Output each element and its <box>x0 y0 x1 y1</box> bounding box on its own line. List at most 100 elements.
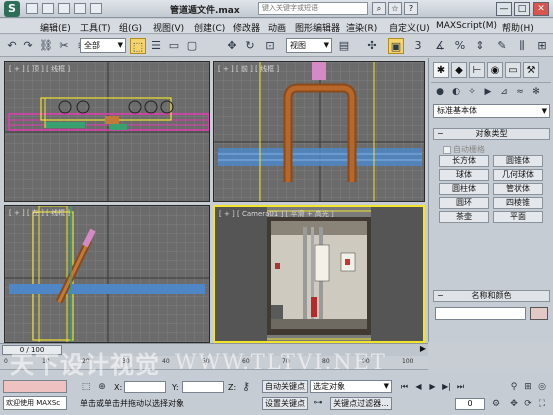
menu-tools[interactable]: 工具(T) <box>80 21 111 34</box>
cylinder-button[interactable]: 圆柱体 <box>439 183 489 195</box>
menu-customize[interactable]: 自定义(U) <box>389 21 430 34</box>
modify-tab-icon[interactable]: ◆ <box>451 62 467 78</box>
object-category-dropdown[interactable]: 标准基本体 ▼ <box>433 104 550 118</box>
pivot-center-icon[interactable]: ▤ <box>336 38 352 54</box>
next-frame-icon[interactable]: ▶ <box>420 344 426 353</box>
redo-quick-icon[interactable] <box>90 3 102 14</box>
open-file-icon[interactable] <box>42 3 54 14</box>
maximize-viewport-icon[interactable]: ⛶ <box>536 398 548 410</box>
hierarchy-tab-icon[interactable]: ⊢ <box>469 62 485 78</box>
close-button[interactable]: ✕ <box>533 2 549 16</box>
viewport-label[interactable]: [ + ] [ 左 ] [ 线框 ] <box>9 208 70 218</box>
menu-help[interactable]: 帮助(H) <box>502 21 534 34</box>
set-key-button[interactable]: 设置关键点 <box>262 397 308 410</box>
goto-start-icon[interactable]: ⏮ <box>398 381 411 393</box>
undo-icon[interactable]: ↶ <box>4 38 20 54</box>
tube-button[interactable]: 管状体 <box>493 183 543 195</box>
mirror-icon[interactable]: ⫼ <box>514 38 530 54</box>
viewport-label[interactable]: [ + ] [ 顶 ] [ 线框 ] <box>9 64 70 74</box>
snaps-toggle-icon[interactable]: 3 <box>410 38 426 54</box>
viewport-front[interactable]: [ + ] [ 前 ] [ 线框 ] <box>213 61 425 202</box>
key-filters-button[interactable]: 关键点过滤器... <box>330 397 392 410</box>
reference-coord-dropdown[interactable]: 视图 ▼ <box>286 38 332 53</box>
torus-button[interactable]: 圆环 <box>439 197 489 209</box>
selection-filter-dropdown[interactable]: 全部 ▼ <box>80 38 126 53</box>
named-selection-icon[interactable]: ✎ <box>494 38 510 54</box>
menu-group[interactable]: 组(G) <box>119 21 142 34</box>
cameras-icon[interactable]: ▶ <box>481 85 495 99</box>
unlink-icon[interactable]: ✂ <box>56 38 72 54</box>
geometry-icon[interactable]: ● <box>433 85 447 99</box>
percent-snap-icon[interactable]: % <box>452 38 468 54</box>
teapot-button[interactable]: 茶壶 <box>439 211 489 223</box>
key-icon[interactable]: ⚷ <box>240 381 252 393</box>
keyboard-shortcut-override-icon[interactable]: ▣ <box>388 38 404 54</box>
object-name-input[interactable] <box>435 307 526 320</box>
key-mode-icon[interactable]: ⊶ <box>312 397 324 409</box>
minimize-button[interactable]: — <box>496 2 512 16</box>
geosphere-button[interactable]: 几何球体 <box>493 169 543 181</box>
fov-icon[interactable]: ✥ <box>508 398 520 410</box>
systems-icon[interactable]: ✻ <box>529 85 543 99</box>
menu-modifiers[interactable]: 修改器 <box>233 21 260 34</box>
helpers-icon[interactable]: ⊿ <box>497 85 511 99</box>
app-logo-icon[interactable]: S <box>4 1 20 17</box>
create-tab-icon[interactable]: ✱ <box>433 62 449 78</box>
viewport-top[interactable]: [ + ] [ 顶 ] [ 线框 ] <box>4 61 210 202</box>
viewport-label[interactable]: [ + ] [ Camera01 ] [ 平滑 + 高光 ] <box>219 209 334 219</box>
menu-maxscript[interactable]: MAXScript(M) <box>436 21 497 31</box>
name-color-rollout[interactable]: − 名称和颜色 <box>433 290 550 302</box>
shapes-icon[interactable]: ◐ <box>449 85 463 99</box>
object-type-rollout[interactable]: − 对象类型 <box>433 128 550 140</box>
current-frame-input[interactable]: 0 <box>455 398 485 410</box>
rect-selection-icon[interactable]: ▭ <box>166 38 182 54</box>
maxscript-mini-listener[interactable]: 欢迎使用 MAXSc <box>3 396 67 410</box>
redo-icon[interactable]: ↷ <box>20 38 36 54</box>
display-tab-icon[interactable]: ▭ <box>505 62 521 78</box>
move-icon[interactable]: ✥ <box>224 38 240 54</box>
plane-button[interactable]: 平面 <box>493 211 543 223</box>
maximize-button[interactable]: □ <box>514 2 530 16</box>
info-center-icon[interactable]: ☆ <box>388 2 402 15</box>
box-button[interactable]: 长方体 <box>439 155 489 167</box>
viewport-label[interactable]: [ + ] [ 前 ] [ 线框 ] <box>218 64 279 74</box>
menu-edit[interactable]: 编辑(E) <box>40 21 71 34</box>
play-icon[interactable]: ▶ <box>426 381 439 393</box>
select-object-icon[interactable]: ⬚ <box>130 38 146 54</box>
autogrid-checkbox[interactable]: 自动栅格 <box>443 144 485 155</box>
maxscript-listener-pink[interactable] <box>3 380 67 393</box>
absolute-mode-icon[interactable]: ⊕ <box>96 381 108 393</box>
undo-quick-icon[interactable] <box>74 3 86 14</box>
orbit-icon[interactable]: ⟳ <box>522 398 534 410</box>
window-crossing-icon[interactable]: ▢ <box>184 38 200 54</box>
new-file-icon[interactable] <box>26 3 38 14</box>
viewport-left[interactable]: [ + ] [ 左 ] [ 线框 ] <box>4 205 210 343</box>
time-config-icon[interactable]: ⚙ <box>490 398 502 410</box>
search-icon[interactable]: ⌕ <box>372 2 386 15</box>
lights-icon[interactable]: ✧ <box>465 85 479 99</box>
menu-view[interactable]: 视图(V) <box>153 21 184 34</box>
help-icon[interactable]: ? <box>404 2 418 15</box>
next-frame-play-icon[interactable]: ▶| <box>440 381 453 393</box>
utilities-tab-icon[interactable]: ⚒ <box>523 62 539 78</box>
cone-button[interactable]: 圆锥体 <box>493 155 543 167</box>
goto-end-icon[interactable]: ⏭ <box>454 381 467 393</box>
object-color-swatch[interactable] <box>530 307 548 320</box>
select-by-name-icon[interactable]: ☰ <box>148 38 164 54</box>
lock-selection-icon[interactable]: ⬚ <box>80 381 92 393</box>
viewport-camera[interactable]: [ + ] [ Camera01 ] [ 平滑 + 高光 ] <box>213 205 425 343</box>
x-coordinate-input[interactable] <box>124 381 166 393</box>
menu-rendering[interactable]: 渲染(R) <box>346 21 377 34</box>
zoom-extents-icon[interactable]: ◎ <box>536 381 548 393</box>
y-coordinate-input[interactable] <box>182 381 224 393</box>
sphere-button[interactable]: 球体 <box>439 169 489 181</box>
align-icon[interactable]: ⊞ <box>534 38 550 54</box>
menu-animation[interactable]: 动画 <box>268 21 286 34</box>
pyramid-button[interactable]: 四棱锥 <box>493 197 543 209</box>
search-input[interactable]: 键入关键字或短语 <box>258 2 368 15</box>
spinner-snap-icon[interactable]: ⇕ <box>472 38 488 54</box>
menu-graph-editors[interactable]: 图形编辑器 <box>295 21 340 34</box>
zoom-icon[interactable]: ⚲ <box>508 381 520 393</box>
space-warps-icon[interactable]: ≈ <box>513 85 527 99</box>
angle-snap-icon[interactable]: ∡ <box>432 38 448 54</box>
